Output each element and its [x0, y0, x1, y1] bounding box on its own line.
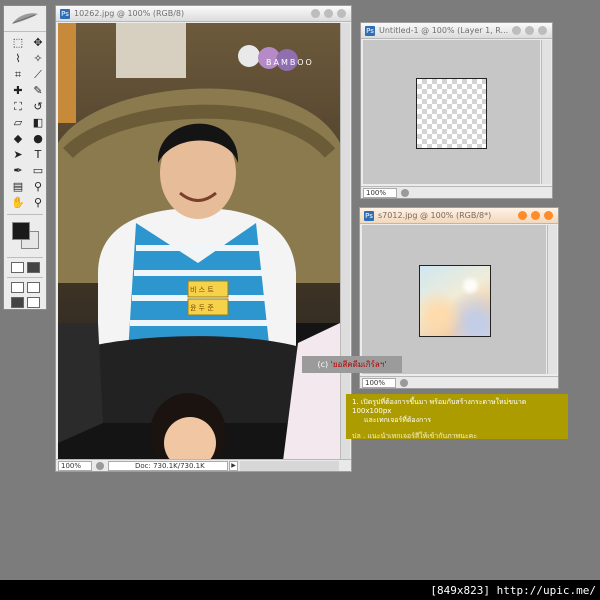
status-bar: 100% Doc: 730.1K/730.1K ▶: [56, 459, 351, 471]
credit-prefix: (c): [317, 360, 329, 369]
doc-info[interactable]: Doc: 730.1K/730.1K: [108, 461, 228, 471]
instruction-tip: ปล . แนะนำเทกเจอร์สีให้เข้ากับภาพนะคะ: [352, 432, 478, 440]
screen-mode-black-icon[interactable]: [11, 297, 24, 308]
vertical-scrollbar[interactable]: [541, 40, 551, 184]
texture-window-titlebar[interactable]: Ps s7012.jpg @ 100% (RGB/8*): [360, 208, 558, 224]
screen-mode-full-icon[interactable]: [27, 282, 40, 293]
credit-text: 'ยอสีคดีมเกิร์ลฯ': [330, 360, 387, 369]
feather-icon: [12, 13, 38, 24]
healing-brush-icon[interactable]: ✚: [10, 84, 26, 98]
type-icon[interactable]: T: [30, 148, 46, 162]
zoom-button[interactable]: [538, 26, 547, 35]
pen-icon[interactable]: ✒: [10, 164, 26, 178]
photo-document-window: Ps 10262.jpg @ 100% (RGB/8) BAMBOO 비 스 트…: [55, 5, 352, 472]
texture-image[interactable]: [419, 265, 491, 337]
credit-label: (c) 'ยอสีคดีมเกิร์ลฯ': [302, 356, 402, 373]
minimize-button[interactable]: [531, 211, 540, 220]
eyedropper-icon[interactable]: ⚲: [30, 180, 46, 194]
texture-window-title: s7012.jpg @ 100% (RGB/8*): [378, 211, 492, 220]
eraser-icon[interactable]: ▱: [10, 116, 26, 130]
image-host-footer: [849x823] http://upic.me/: [430, 584, 596, 597]
photoshop-doc-icon: Ps: [364, 211, 374, 221]
close-button[interactable]: [512, 26, 521, 35]
dodge-icon[interactable]: ●: [30, 132, 46, 146]
quick-mask-mode-icon[interactable]: [27, 262, 40, 273]
gradient-icon[interactable]: ◧: [30, 116, 46, 130]
hand-icon[interactable]: ✋: [10, 196, 26, 210]
screen-mode-standard-icon[interactable]: [11, 282, 24, 293]
status-menu-arrow-icon[interactable]: ▶: [229, 461, 238, 471]
texture-canvas-area[interactable]: [362, 225, 546, 374]
zoom-field[interactable]: 100%: [362, 378, 396, 388]
badge-text: 윤 두 준: [190, 304, 214, 312]
vertical-scrollbar[interactable]: [547, 225, 557, 374]
notes-icon[interactable]: ▤: [10, 180, 26, 194]
tool-grid: ⬚ ✥ ⌇ ✧ ⌗ ⟋ ✚ ✎ ⛶ ↺ ▱ ◧ ◆ ● ➤ T ✒ ▭ ▤ ⚲ ✋ ⚲: [4, 32, 46, 210]
slice-icon[interactable]: ⟋: [30, 68, 46, 82]
zoom-button[interactable]: [337, 9, 346, 18]
marquee-icon[interactable]: ⬚: [10, 36, 26, 50]
close-button[interactable]: [518, 211, 527, 220]
untitled-canvas-area[interactable]: [363, 40, 540, 184]
photo-window-titlebar[interactable]: Ps 10262.jpg @ 100% (RGB/8): [56, 6, 351, 22]
photoshop-doc-icon: Ps: [60, 9, 70, 19]
zoom-field[interactable]: 100%: [58, 461, 92, 471]
status-icon: [400, 379, 408, 387]
shape-icon[interactable]: ▭: [30, 164, 46, 178]
instruction-note: 1. เปิดรูปที่ต้องการขึ้นมา พร้อมกับสร้าง…: [346, 394, 568, 440]
watermark-circle: [238, 45, 260, 67]
stamp-icon[interactable]: ⛶: [10, 100, 26, 114]
zoom-icon[interactable]: ⚲: [30, 196, 46, 210]
crop-icon[interactable]: ⌗: [10, 68, 26, 82]
divider: [7, 214, 43, 215]
brush-icon[interactable]: ✎: [30, 84, 46, 98]
watermark-text: BAMBOO: [266, 58, 314, 67]
magic-wand-icon[interactable]: ✧: [30, 52, 46, 66]
photo-window-title: 10262.jpg @ 100% (RGB/8): [74, 9, 185, 18]
jump-to-imageready-icon[interactable]: [27, 297, 40, 308]
minimize-button[interactable]: [324, 9, 333, 18]
standard-mode-icon[interactable]: [11, 262, 24, 273]
photo-image: [58, 23, 340, 461]
move-icon[interactable]: ✥: [30, 36, 46, 50]
zoom-button[interactable]: [544, 211, 553, 220]
tools-palette: ⬚ ✥ ⌇ ✧ ⌗ ⟋ ✚ ✎ ⛶ ↺ ▱ ◧ ◆ ● ➤ T ✒ ▭ ▤ ⚲ ✋ ⚲: [3, 5, 47, 310]
lasso-icon[interactable]: ⌇: [10, 52, 26, 66]
status-bar: 100%: [361, 186, 552, 198]
untitled-document-window: Ps Untitled-1 @ 100% (Layer 1, R... 100%: [360, 22, 553, 199]
path-select-icon[interactable]: ➤: [10, 148, 26, 162]
status-bar: 100%: [360, 376, 558, 388]
instruction-line: 1. เปิดรูปที่ต้องการขึ้นมา พร้อมกับสร้าง…: [352, 398, 527, 415]
untitled-window-title: Untitled-1 @ 100% (Layer 1, R...: [379, 26, 508, 35]
foreground-color-swatch[interactable]: [12, 222, 30, 240]
history-brush-icon[interactable]: ↺: [30, 100, 46, 114]
photo-canvas[interactable]: BAMBOO 비 스 트 윤 두 준: [58, 23, 340, 461]
status-icon: [401, 189, 409, 197]
status-icon: [96, 462, 104, 470]
badge-text: 비 스 트: [190, 286, 214, 294]
untitled-window-titlebar[interactable]: Ps Untitled-1 @ 100% (Layer 1, R...: [361, 23, 552, 39]
zoom-field[interactable]: 100%: [363, 188, 397, 198]
color-swatches: [4, 219, 46, 253]
photoshop-doc-icon: Ps: [365, 26, 375, 36]
blur-icon[interactable]: ◆: [10, 132, 26, 146]
instruction-line: และเทกเจอร์ที่ต้องการ: [364, 416, 431, 424]
close-button[interactable]: [311, 9, 320, 18]
minimize-button[interactable]: [525, 26, 534, 35]
tools-header[interactable]: [4, 6, 46, 32]
horizontal-scrollbar[interactable]: [240, 461, 339, 471]
transparent-canvas[interactable]: [416, 78, 487, 149]
